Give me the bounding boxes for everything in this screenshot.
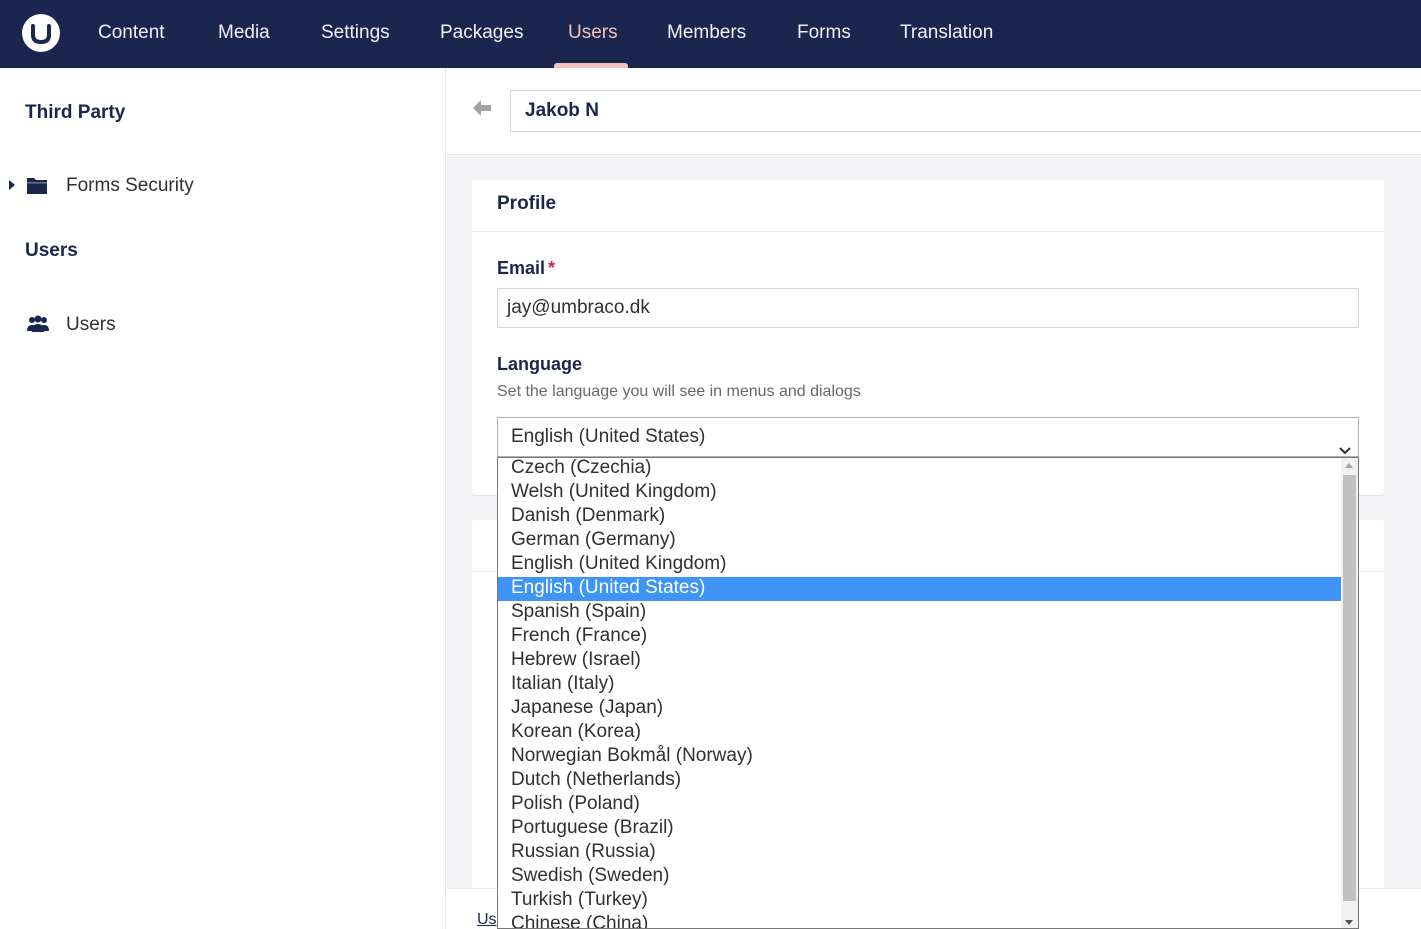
language-select-value: English (United States): [511, 426, 706, 447]
top-navigation-bar: Content Media Settings Packages Users Me…: [0, 0, 1421, 68]
nav-members[interactable]: Members: [667, 0, 746, 68]
scroll-up-arrow-icon[interactable]: [1345, 463, 1353, 468]
dropdown-option[interactable]: Japanese (Japan): [498, 697, 1341, 721]
email-label-text: Email: [497, 258, 546, 278]
dropdown-option[interactable]: Italian (Italy): [498, 673, 1341, 697]
nav-settings[interactable]: Settings: [321, 0, 390, 68]
nav-media[interactable]: Media: [218, 0, 270, 68]
dropdown-option[interactable]: Hebrew (Israel): [498, 649, 1341, 673]
dropdown-option[interactable]: Portuguese (Brazil): [498, 817, 1341, 841]
sidebar: Third Party Forms Security Users Users: [0, 68, 446, 929]
email-field[interactable]: jay@umbraco.dk: [497, 288, 1359, 328]
dropdown-option[interactable]: Dutch (Netherlands): [498, 769, 1341, 793]
footer-link[interactable]: Us: [477, 911, 497, 929]
sidebar-item-label: Users: [66, 314, 116, 335]
dropdown-option[interactable]: Chinese (China): [498, 913, 1341, 928]
required-mark: *: [548, 258, 556, 278]
dropdown-scrollbar[interactable]: [1341, 458, 1358, 928]
scroll-down-arrow-icon[interactable]: [1345, 920, 1353, 925]
scrollbar-thumb[interactable]: [1343, 475, 1356, 901]
user-name-input[interactable]: Jakob N: [510, 90, 1421, 132]
nav-packages[interactable]: Packages: [440, 0, 523, 68]
dropdown-option[interactable]: Korean (Korea): [498, 721, 1341, 745]
sidebar-item-label: Forms Security: [66, 175, 194, 196]
users-icon: [26, 314, 50, 339]
sidebar-item-forms-security[interactable]: Forms Security: [0, 167, 445, 207]
dropdown-option[interactable]: English (United Kingdom): [498, 553, 1341, 577]
sidebar-heading-users: Users: [25, 240, 78, 261]
dropdown-option[interactable]: Polish (Poland): [498, 793, 1341, 817]
dropdown-option[interactable]: Danish (Denmark): [498, 505, 1341, 529]
expand-caret-icon[interactable]: [9, 180, 15, 190]
sidebar-heading-third-party: Third Party: [25, 102, 126, 123]
profile-box: Profile Email * jay@umbraco.dk Language S…: [472, 180, 1384, 495]
editor-header: Jakob N: [447, 68, 1421, 155]
profile-box-title: Profile: [472, 180, 1384, 232]
dropdown-option[interactable]: Spanish (Spain): [498, 601, 1341, 625]
dropdown-option[interactable]: Russian (Russia): [498, 841, 1341, 865]
email-label: Email *: [497, 258, 555, 279]
nav-content[interactable]: Content: [98, 0, 165, 68]
language-label: Language: [497, 354, 583, 374]
sidebar-item-users[interactable]: Users: [0, 306, 445, 346]
umbraco-logo-icon[interactable]: [22, 14, 60, 52]
language-dropdown-list[interactable]: Czech (Czechia) Welsh (United Kingdom) Dan…: [497, 457, 1359, 929]
nav-forms[interactable]: Forms: [797, 0, 851, 68]
language-select[interactable]: English (United States): [497, 417, 1359, 457]
dropdown-option[interactable]: Swedish (Sweden): [498, 865, 1341, 889]
dropdown-option[interactable]: English (United States): [498, 577, 1341, 601]
nav-users[interactable]: Users: [568, 0, 618, 68]
dropdown-option[interactable]: Czech (Czechia): [498, 458, 1341, 481]
back-arrow-icon[interactable]: [472, 99, 492, 122]
dropdown-option[interactable]: German (Germany): [498, 529, 1341, 553]
language-description: Set the language you will see in menus a…: [497, 383, 861, 400]
nav-translation[interactable]: Translation: [900, 0, 993, 68]
folder-icon: [26, 175, 48, 200]
dropdown-option[interactable]: Welsh (United Kingdom): [498, 481, 1341, 505]
dropdown-option[interactable]: Turkish (Turkey): [498, 889, 1341, 913]
dropdown-option[interactable]: French (France): [498, 625, 1341, 649]
dropdown-option[interactable]: Norwegian Bokmål (Norway): [498, 745, 1341, 769]
